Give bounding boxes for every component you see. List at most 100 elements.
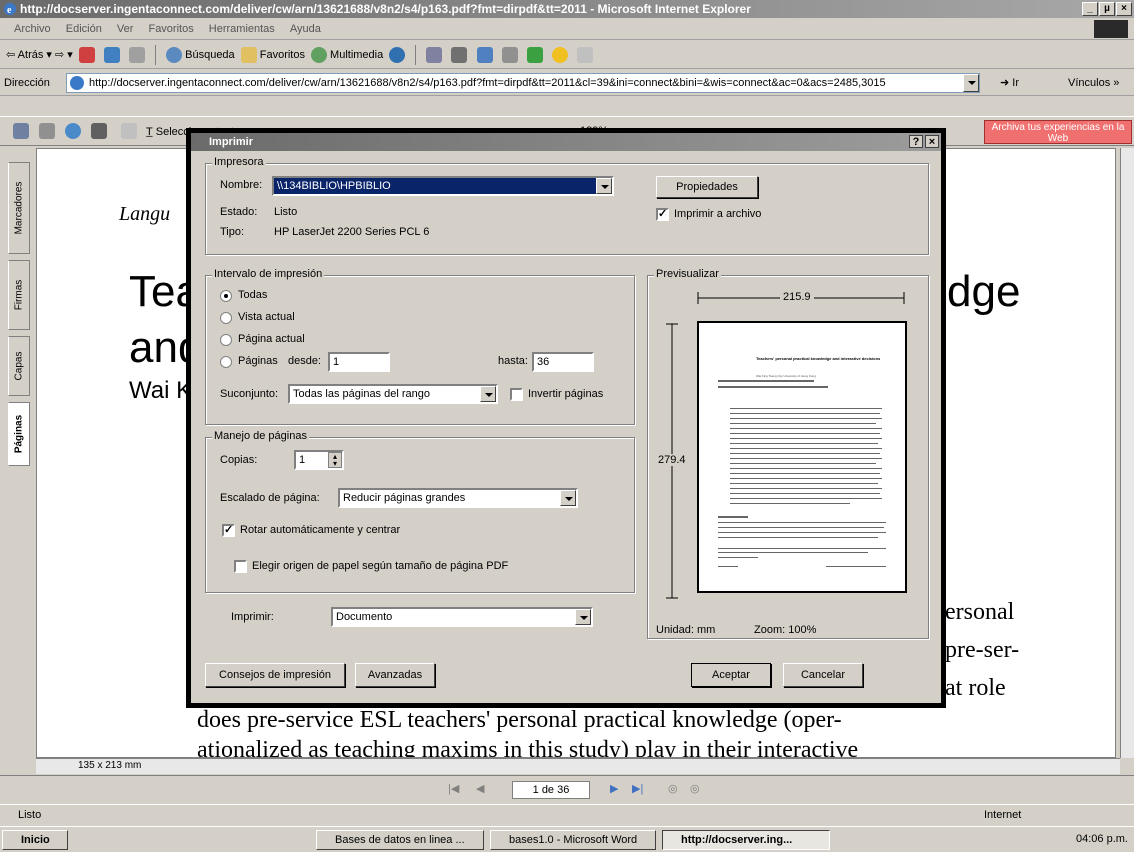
range-all-radio[interactable] [220,290,232,302]
advanced-button[interactable]: Avanzadas [355,663,435,687]
printer-dropdown-arrow[interactable] [596,178,612,194]
preview-page-author: Wai King Tsang City University of Hong K… [756,374,816,378]
first-page-icon[interactable]: |◀ [448,782,459,795]
task-word[interactable]: bases1.0 - Microsoft Word [490,830,656,850]
back-button[interactable]: Atrás [18,49,44,61]
next-view-icon[interactable]: ◎ [690,782,700,795]
preview-height-label: 279.4 [658,454,686,466]
unit-label: Unidad: mm [656,624,716,636]
print-icon[interactable] [39,123,55,139]
print-tips-button[interactable]: Consejos de impresión [205,663,345,687]
multimedia-button[interactable]: Multimedia [330,49,383,61]
next-page-icon[interactable]: ▶ [610,782,618,795]
maximize-button[interactable]: µ [1099,2,1115,16]
tools-icon[interactable] [576,47,593,64]
auto-rotate-label: Rotar automáticamente y centrar [240,524,401,536]
menu-favoritos[interactable]: Favoritos [148,23,193,35]
page-icon [70,76,84,90]
vertical-scrollbar[interactable] [1120,148,1134,758]
email-icon[interactable] [65,123,81,139]
properties-button[interactable]: Propiedades [656,176,758,198]
copies-spinner[interactable]: ▴ ▾ [328,452,342,468]
stop-icon[interactable] [78,47,95,64]
range-current-label: Página actual [238,333,305,345]
menu-archivo[interactable]: Archivo [14,23,51,35]
menu-ayuda[interactable]: Ayuda [290,23,321,35]
address-input[interactable]: http://docserver.ingentaconnect.com/deli… [66,73,980,93]
menu-bar: Archivo Edición Ver Favoritos Herramient… [0,18,1134,40]
to-input[interactable]: 36 [532,352,594,372]
edit-icon[interactable] [476,47,493,64]
history-icon[interactable] [389,47,406,64]
print-icon[interactable] [451,47,468,64]
from-input[interactable]: 1 [328,352,390,372]
forward-button[interactable]: ⇨ ▾ [55,49,73,61]
last-page-icon[interactable]: ▶| [632,782,643,795]
search-button[interactable]: Búsqueda [185,49,235,61]
invert-pages-checkbox[interactable] [510,388,523,401]
address-url: http://docserver.ingentaconnect.com/deli… [89,77,886,89]
taskbar: Inicio Bases de datos en linea ... bases… [0,826,1134,852]
auto-rotate-checkbox[interactable]: ✓ [222,524,235,537]
tab-marcadores[interactable]: Marcadores [8,162,30,254]
print-what-select[interactable]: Documento [331,607,593,627]
range-pages-radio[interactable] [220,356,232,368]
cancel-button[interactable]: Cancelar [783,663,863,687]
tab-capas[interactable]: Capas [8,336,30,396]
minimize-button[interactable]: _ [1082,2,1098,16]
task-bases-datos[interactable]: Bases de datos en linea ... [316,830,484,850]
horizontal-scrollbar[interactable]: 135 x 213 mm [36,758,1120,774]
ok-button[interactable]: Aceptar [691,663,771,687]
subset-dropdown-arrow[interactable] [480,386,496,402]
copies-input[interactable]: 1 ▴ ▾ [294,450,344,470]
dialog-titlebar: Imprimir ? × [191,133,941,151]
tab-paginas[interactable]: Páginas [8,402,30,466]
doc-body-line4: does pre-service ESL teachers' personal … [197,707,842,733]
search-icon [166,47,183,64]
hand-tool-icon[interactable] [121,123,137,139]
print-range-group: Intervalo de impresión Todas Vista actua… [205,268,635,425]
printer-name-select[interactable]: \\134BIBLIO\HPBIBLIO [272,176,614,196]
address-dropdown[interactable] [963,74,979,92]
close-button[interactable]: × [1116,2,1132,16]
previous-page-icon[interactable]: ◀ [476,782,484,795]
save-icon[interactable] [13,123,29,139]
smiley-icon[interactable] [551,47,568,64]
dialog-close-button[interactable]: × [925,135,939,148]
discuss-icon[interactable] [501,47,518,64]
doc-body-line1: ersonal [945,599,1015,625]
go-button[interactable]: ➜ Ir [1000,70,1019,96]
find-icon[interactable] [91,123,107,139]
start-button[interactable]: Inicio [2,830,68,850]
menu-edicion[interactable]: Edición [66,23,102,35]
help-button[interactable]: ? [909,135,923,148]
page-number-field[interactable]: 1 de 36 [512,781,590,799]
task-ie[interactable]: http://docserver.ing... [662,830,830,850]
subset-value: Todas las páginas del rango [293,388,430,400]
subset-select[interactable]: Todas las páginas del rango [288,384,498,404]
print-what-label: Imprimir: [231,611,274,623]
back-arrow-icon: ⇦ [6,49,16,61]
paper-source-checkbox[interactable] [234,560,247,573]
menu-ver[interactable]: Ver [117,23,134,35]
scaling-select[interactable]: Reducir páginas grandes [338,488,578,508]
menu-herramientas[interactable]: Herramientas [209,23,275,35]
mail-icon[interactable] [426,47,443,64]
previous-view-icon[interactable]: ◎ [668,782,678,795]
print-to-file-checkbox[interactable]: ✓ [656,208,669,221]
tab-firmas[interactable]: Firmas [8,260,30,330]
paper-source-label: Elegir origen de papel según tamaño de p… [252,560,509,572]
home-icon[interactable] [129,47,145,64]
doc-body-line3: at role [945,675,1006,701]
favorites-button[interactable]: Favoritos [260,49,305,61]
archiva-button[interactable]: Archiva tus experiencias en la Web [984,120,1132,144]
links-button[interactable]: Vínculos » [1068,70,1119,96]
scaling-dropdown-arrow[interactable] [560,490,576,506]
range-view-radio[interactable] [220,312,232,324]
messenger-icon[interactable] [526,47,543,64]
print-what-dropdown-arrow[interactable] [575,609,591,625]
refresh-icon[interactable] [103,47,120,64]
range-current-radio[interactable] [220,334,232,346]
tab-paginas-label: Páginas [13,414,25,454]
from-label: desde: [288,355,322,367]
